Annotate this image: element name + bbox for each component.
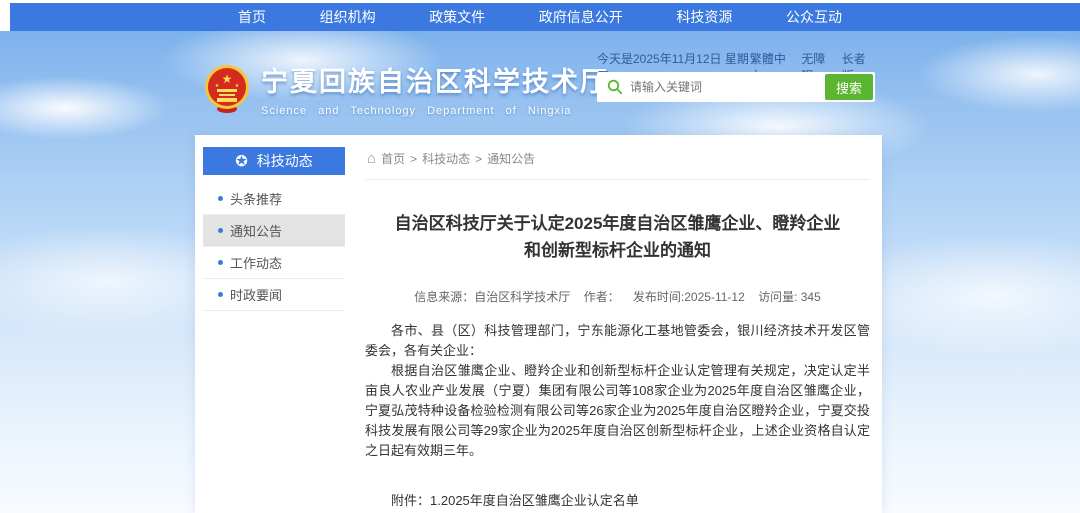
bullet-icon — [218, 260, 223, 265]
page: 首页 组织机构 政策文件 政府信息公开 科技资源 公众互动 ★ ★ ★ 宁夏回族… — [0, 0, 1080, 513]
sidebar-item-label: 工作动态 — [230, 253, 282, 272]
search-button[interactable]: 搜索 — [825, 74, 873, 100]
search-input[interactable] — [630, 72, 825, 102]
meta-visits: 访问量: 345 — [758, 290, 821, 304]
attachments: 附件： 1.2025年度自治区雏鹰企业认定名单 2.2025年度自治区瞪羚企业认… — [365, 491, 870, 513]
main-content: ⌂ 首页 > 科技动态 > 通知公告 自治区科技厅关于认定2025年度自治区雏鹰… — [365, 147, 870, 513]
top-navigation-items: 首页 组织机构 政策文件 政府信息公开 科技资源 公众互动 — [210, 3, 870, 31]
sidebar-header: ✪ 科技动态 — [203, 147, 345, 175]
site-brand: ★ ★ ★ 宁夏回族自治区科学技术厅 Science and Technolog… — [203, 60, 609, 117]
site-subtitle: Science and Technology Department of Nin… — [261, 105, 609, 117]
nav-item-home[interactable]: 首页 — [238, 7, 266, 27]
svg-text:★: ★ — [215, 83, 220, 89]
breadcrumb-sci-news[interactable]: 科技动态 — [422, 150, 470, 167]
content-card: ✪ 科技动态 头条推荐 通知公告 工作动态 时政要闻 — [195, 135, 882, 513]
sidebar-item-label: 通知公告 — [230, 221, 282, 240]
bullet-icon — [218, 196, 223, 201]
breadcrumb-home[interactable]: 首页 — [381, 150, 405, 167]
article-title: 自治区科技厅关于认定2025年度自治区雏鹰企业、瞪羚企业 和创新型标杆企业的通知 — [365, 210, 870, 264]
sidebar-menu: 头条推荐 通知公告 工作动态 时政要闻 — [203, 183, 345, 311]
site-title: 宁夏回族自治区科学技术厅 — [261, 60, 609, 99]
breadcrumb-separator: > — [475, 152, 482, 166]
breadcrumb-separator: > — [410, 152, 417, 166]
sidebar-title: 科技动态 — [257, 151, 313, 171]
nav-item-gov-info[interactable]: 政府信息公开 — [539, 7, 623, 27]
nav-item-sci-resources[interactable]: 科技资源 — [676, 7, 732, 27]
article-paragraph: 根据自治区雏鹰企业、瞪羚企业和创新型标杆企业认定管理有关规定，决定认定半亩良人农… — [365, 361, 870, 461]
search-bar: 搜索 — [597, 72, 875, 102]
bullet-icon — [218, 292, 223, 297]
nav-item-policy[interactable]: 政策文件 — [429, 7, 485, 27]
national-emblem-logo: ★ ★ ★ — [203, 64, 251, 114]
article-title-line1: 自治区科技厅关于认定2025年度自治区雏鹰企业、瞪羚企业 — [365, 210, 870, 237]
home-icon: ⌂ — [367, 151, 376, 166]
nav-item-organization[interactable]: 组织机构 — [320, 7, 376, 27]
site-title-block: 宁夏回族自治区科学技术厅 Science and Technology Depa… — [261, 60, 609, 117]
sidebar-item-headlines[interactable]: 头条推荐 — [203, 183, 345, 215]
meta-publish-date: 发布时间:2025-11-12 — [633, 290, 745, 304]
svg-text:★: ★ — [235, 83, 240, 89]
sidebar: ✪ 科技动态 头条推荐 通知公告 工作动态 时政要闻 — [203, 147, 345, 311]
circled-star-icon: ✪ — [235, 154, 248, 169]
nav-item-public-interaction[interactable]: 公众互动 — [786, 7, 842, 27]
sidebar-item-work-updates[interactable]: 工作动态 — [203, 247, 345, 279]
article-paragraph: 各市、县（区）科技管理部门，宁东能源化工基地管委会，银川经济技术开发区管委会，各… — [365, 321, 870, 361]
breadcrumb-notices[interactable]: 通知公告 — [487, 150, 535, 167]
top-navigation: 首页 组织机构 政策文件 政府信息公开 科技资源 公众互动 — [10, 3, 1080, 31]
sidebar-item-label: 头条推荐 — [230, 189, 282, 208]
sidebar-item-label: 时政要闻 — [230, 285, 282, 304]
attachment-link-1[interactable]: 1.2025年度自治区雏鹰企业认定名单 — [430, 491, 678, 511]
breadcrumb: ⌂ 首页 > 科技动态 > 通知公告 — [365, 147, 870, 180]
meta-author: 作者： — [584, 290, 620, 304]
article-title-line2: 和创新型标杆企业的通知 — [365, 237, 870, 264]
article-body: 各市、县（区）科技管理部门，宁东能源化工基地管委会，银川经济技术开发区管委会，各… — [365, 321, 870, 461]
meta-source: 信息来源：自治区科学技术厅 — [414, 290, 570, 304]
attachments-label: 附件： — [391, 491, 430, 511]
attachments-list: 1.2025年度自治区雏鹰企业认定名单 2.2025年度自治区瞪羚企业认定名单 … — [430, 491, 678, 513]
sidebar-item-current-affairs[interactable]: 时政要闻 — [203, 279, 345, 311]
bullet-icon — [218, 228, 223, 233]
article-meta: 信息来源：自治区科学技术厅 作者： 发布时间:2025-11-12 访问量: 3… — [365, 288, 870, 305]
sidebar-item-notices[interactable]: 通知公告 — [203, 215, 345, 247]
search-icon — [607, 79, 623, 95]
svg-text:★: ★ — [222, 72, 233, 86]
